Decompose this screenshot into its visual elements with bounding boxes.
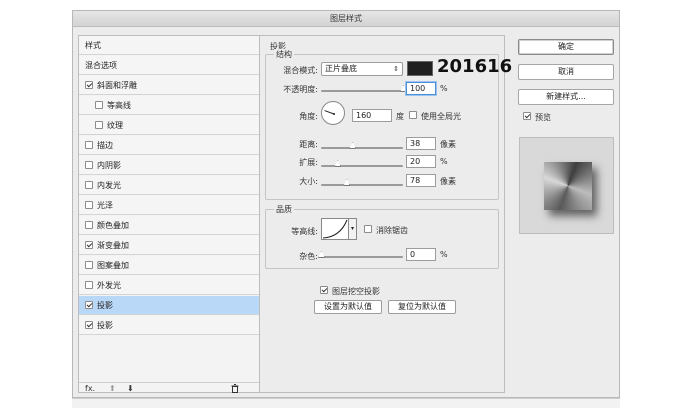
style-preview: [519, 137, 614, 234]
size-unit: 像素: [440, 177, 456, 186]
move-up-icon[interactable]: ⬆: [109, 384, 116, 393]
style-item-checkbox[interactable]: [95, 121, 103, 129]
opacity-unit: %: [440, 84, 448, 93]
size-label: 大小:: [299, 177, 318, 186]
global-light-label: 使用全局光: [421, 112, 461, 121]
style-item-label: 混合选项: [85, 61, 117, 70]
contour-picker[interactable]: [321, 218, 349, 240]
angle-needle-icon: [324, 110, 335, 115]
opacity-slider[interactable]: [321, 85, 407, 92]
style-item-label: 斜面和浮雕: [97, 81, 137, 90]
noise-input[interactable]: 0: [406, 248, 436, 261]
contour-label: 等高线:: [291, 227, 318, 236]
knockout-label: 图层挖空投影: [332, 287, 380, 296]
spread-unit: %: [440, 157, 448, 166]
style-item-label: 外发光: [97, 281, 121, 290]
style-item-label: 光泽: [97, 201, 113, 210]
style-item-checkbox[interactable]: [85, 301, 93, 309]
style-item-checkbox[interactable]: [85, 221, 93, 229]
style-item-checkbox[interactable]: [85, 321, 93, 329]
angle-input[interactable]: 160: [352, 109, 392, 122]
distance-slider[interactable]: [321, 142, 403, 149]
spread-input[interactable]: 20: [406, 155, 436, 168]
angle-dial[interactable]: [321, 101, 345, 125]
blend-mode-select[interactable]: 正片叠底 ⇕: [321, 62, 403, 76]
cancel-button[interactable]: 取消: [518, 64, 614, 80]
style-item-checkbox[interactable]: [85, 81, 93, 89]
style-item-label: 描边: [97, 141, 113, 150]
style-item-label: 投影: [97, 321, 113, 330]
style-item-checkbox[interactable]: [85, 241, 93, 249]
contour-curve-icon: [322, 219, 348, 239]
distance-input[interactable]: 38: [406, 137, 436, 150]
make-default-button[interactable]: 设置为默认值: [314, 300, 382, 314]
size-input[interactable]: 78: [406, 174, 436, 187]
structure-title: 结构: [274, 49, 294, 60]
preview-thumbnail: [544, 162, 592, 210]
style-item-label: 等高线: [107, 101, 131, 110]
angle-label: 角度:: [299, 112, 318, 121]
layer-style-dialog: 图层样式 样式混合选项斜面和浮雕等高线纹理描边内阴影内发光光泽颜色叠加渐变叠加图…: [72, 10, 620, 398]
style-item-checkbox[interactable]: [95, 101, 103, 109]
style-item-checkbox[interactable]: [85, 181, 93, 189]
fx-icon[interactable]: fx.: [85, 384, 95, 393]
select-arrows-icon: ⇕: [393, 65, 399, 73]
size-slider-thumb[interactable]: [343, 179, 351, 186]
spread-slider-thumb[interactable]: [334, 160, 342, 167]
style-item-label: 内阴影: [97, 161, 121, 170]
contour-dropdown-icon[interactable]: ▾: [349, 218, 357, 240]
style-item-label: 颜色叠加: [97, 221, 129, 230]
dialog-title: 图层样式: [73, 11, 619, 27]
noise-unit: %: [440, 250, 448, 259]
structure-group: 结构 混合模式: 正片叠底 ⇕ 201616 不透明度: 100 % 角度: 1…: [265, 49, 512, 200]
noise-label: 杂色:: [299, 252, 318, 261]
blend-mode-label: 混合模式:: [283, 66, 318, 75]
antialias-label: 消除锯齿: [376, 226, 408, 235]
size-slider[interactable]: [321, 179, 403, 186]
style-item-label: 内发光: [97, 181, 121, 190]
ok-button[interactable]: 确定: [518, 39, 614, 55]
opacity-label: 不透明度:: [283, 85, 318, 94]
preview-label: 预览: [535, 113, 551, 122]
distance-slider-thumb[interactable]: [349, 142, 357, 149]
knockout-checkbox[interactable]: [320, 286, 328, 294]
style-item-label: 样式: [85, 41, 101, 50]
style-item-label: 投影: [97, 301, 113, 310]
next-dialog-strip: [72, 398, 620, 408]
style-item-checkbox[interactable]: [85, 141, 93, 149]
style-item-checkbox[interactable]: [85, 281, 93, 289]
preview-checkbox[interactable]: [523, 112, 531, 120]
color-hex-annotation: 201616: [437, 56, 513, 77]
drop-shadow-options: 投影 结构 混合模式: 正片叠底 ⇕ 201616 不透明度: 100 % 角度…: [259, 35, 512, 393]
style-item-checkbox[interactable]: [85, 201, 93, 209]
angle-unit: 度: [396, 112, 404, 121]
blend-mode-value: 正片叠底: [325, 64, 357, 73]
distance-unit: 像素: [440, 140, 456, 149]
style-item-label: 图案叠加: [97, 261, 129, 270]
trash-icon[interactable]: [231, 384, 239, 395]
reset-default-button[interactable]: 复位为默认值: [388, 300, 456, 314]
spread-label: 扩展:: [299, 158, 318, 167]
antialias-checkbox[interactable]: [364, 225, 372, 233]
style-item-label: 渐变叠加: [97, 241, 129, 250]
distance-label: 距离:: [299, 140, 318, 149]
style-item-checkbox[interactable]: [85, 261, 93, 269]
opacity-input[interactable]: 100: [406, 82, 436, 95]
spread-slider[interactable]: [321, 160, 403, 167]
style-item-label: 纹理: [107, 121, 123, 130]
style-item-checkbox[interactable]: [85, 161, 93, 169]
quality-title: 品质: [274, 204, 294, 215]
global-light-checkbox[interactable]: [409, 111, 417, 119]
shadow-color-swatch[interactable]: [407, 61, 433, 76]
noise-slider[interactable]: [318, 251, 403, 258]
move-down-icon[interactable]: ⬇: [127, 384, 134, 393]
quality-group: 品质 等高线: ▾ 消除锯齿 杂色: 0 %: [265, 204, 499, 269]
noise-slider-thumb[interactable]: [318, 251, 325, 258]
new-style-button[interactable]: 新建样式...: [518, 89, 614, 105]
